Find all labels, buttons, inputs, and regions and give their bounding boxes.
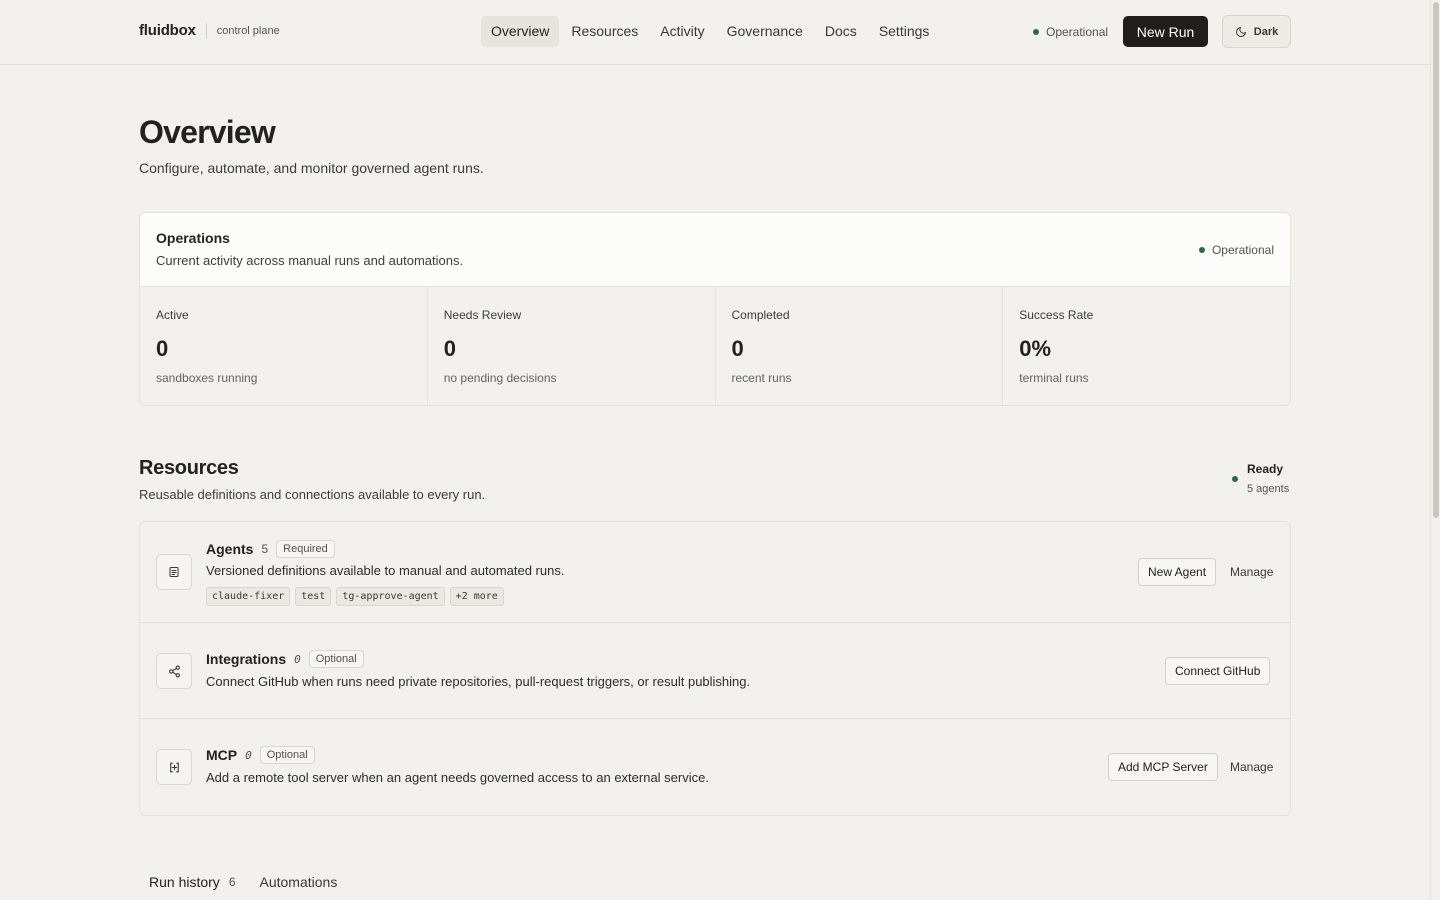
stat-caption: no pending decisions (443, 371, 557, 385)
tab-label: Run history (149, 874, 220, 890)
stat-label: Active (156, 308, 189, 322)
stat-caption: sandboxes running (156, 371, 258, 385)
top-bar: fluidbox control plane Overview Resource… (0, 0, 1430, 65)
brand-subtitle: control plane (216, 24, 280, 37)
resource-name: Integrations (206, 651, 287, 667)
moon-icon (1235, 26, 1246, 37)
tab-automations[interactable]: Automations (260, 874, 338, 890)
main-nav: Overview Resources Activity Governance D… (481, 16, 941, 47)
stat-value: 0 (156, 336, 169, 361)
stat-needs-review: Needs Review 0 no pending decisions (428, 287, 716, 405)
ready-count: 5 agents (1247, 483, 1290, 495)
resources-ready-status: Ready 5 agents (1232, 462, 1289, 495)
resource-count: 5 (261, 542, 269, 556)
stat-success-rate: Success Rate 0% terminal runs (1003, 287, 1290, 405)
required-badge: Required (276, 540, 335, 558)
stat-label: Completed (731, 308, 790, 322)
plug-icon (156, 749, 192, 785)
resource-description: Versioned definitions available to manua… (206, 563, 565, 578)
resource-row-integrations: Integrations 0 Optional Connect GitHub w… (140, 623, 1290, 719)
system-status: Operational (1033, 25, 1108, 39)
agent-chip[interactable]: test (295, 587, 332, 606)
connect-github-button[interactable]: Connect GitHub (1165, 657, 1271, 685)
nav-overview[interactable]: Overview (481, 16, 560, 47)
stat-caption: terminal runs (1019, 371, 1089, 385)
resource-count: 0 (245, 748, 252, 762)
agent-chip[interactable]: tg-approve-agent (336, 587, 445, 606)
history-tabs: Run history 6 Automations (149, 874, 337, 890)
agents-heading: Agents 5 Required (206, 540, 335, 558)
optional-badge: Optional (308, 650, 364, 668)
status-dot-icon (1033, 29, 1039, 35)
nav-docs[interactable]: Docs (815, 16, 867, 47)
brand-divider (205, 22, 207, 39)
resource-row-mcp: MCP 0 Optional Add a remote tool server … (140, 719, 1290, 815)
status-dot-icon (1232, 476, 1238, 482)
resources-card: Agents 5 Required Versioned definitions … (139, 521, 1291, 816)
resource-count: 0 (294, 652, 301, 666)
tab-count: 6 (228, 875, 236, 889)
mcp-heading: MCP 0 Optional (206, 746, 315, 764)
nav-activity[interactable]: Activity (650, 16, 714, 47)
operations-status-label: Operational (1211, 243, 1274, 257)
manage-mcp-link[interactable]: Manage (1230, 760, 1273, 774)
resource-name: Agents (206, 541, 254, 557)
theme-toggle-button[interactable]: Dark (1222, 15, 1291, 48)
agent-chips: claude-fixer test tg-approve-agent +2 mo… (206, 587, 504, 606)
stat-label: Needs Review (443, 308, 522, 322)
page-title: Overview (139, 114, 276, 150)
manage-agents-link[interactable]: Manage (1230, 565, 1273, 579)
operations-description: Current activity across manual runs and … (156, 253, 464, 268)
resource-description: Connect GitHub when runs need private re… (206, 674, 751, 689)
resource-description: Add a remote tool server when an agent n… (206, 770, 709, 785)
status-dot-icon (1198, 247, 1205, 253)
stat-completed: Completed 0 recent runs (716, 287, 1004, 405)
resource-row-agents: Agents 5 Required Versioned definitions … (140, 522, 1290, 623)
operations-card: Operations Current activity across manua… (139, 212, 1291, 406)
nav-settings[interactable]: Settings (869, 16, 940, 47)
stat-label: Success Rate (1019, 308, 1094, 322)
operations-title: Operations (156, 230, 230, 246)
share-icon (156, 653, 192, 689)
page-subtitle: Configure, automate, and monitor governe… (139, 160, 484, 176)
page-scrollbar[interactable] (1430, 0, 1440, 900)
document-icon (156, 554, 192, 590)
integrations-heading: Integrations 0 Optional (206, 650, 364, 668)
tab-label: Automations (259, 874, 338, 890)
stat-value: 0 (443, 336, 456, 361)
operations-stats: Active 0 sandboxes running Needs Review … (140, 287, 1290, 405)
nav-governance[interactable]: Governance (717, 16, 813, 47)
more-agents-chip[interactable]: +2 more (449, 587, 504, 606)
brand-name: fluidbox (139, 22, 196, 39)
operations-header: Operations Current activity across manua… (140, 213, 1290, 287)
add-mcp-server-button[interactable]: Add MCP Server (1108, 753, 1218, 781)
tab-run-history[interactable]: Run history 6 (149, 874, 236, 890)
scrollbar-thumb[interactable] (1433, 2, 1439, 518)
resource-name: MCP (206, 747, 238, 763)
stat-active: Active 0 sandboxes running (140, 287, 428, 405)
nav-resources[interactable]: Resources (561, 16, 648, 47)
resources-title: Resources (139, 457, 239, 479)
stat-value: 0% (1019, 336, 1052, 361)
theme-toggle-label: Dark (1253, 25, 1279, 38)
new-run-button[interactable]: New Run (1123, 16, 1208, 47)
stat-value: 0 (731, 336, 744, 361)
brand[interactable]: fluidbox control plane (139, 22, 280, 39)
resources-subtitle: Reusable definitions and connections ava… (139, 487, 486, 502)
optional-badge: Optional (259, 746, 315, 764)
operations-status: Operational (1198, 243, 1274, 257)
agent-chip[interactable]: claude-fixer (206, 587, 291, 606)
system-status-label: Operational (1046, 25, 1109, 39)
new-agent-button[interactable]: New Agent (1138, 558, 1217, 586)
ready-label: Ready (1247, 462, 1284, 476)
stat-caption: recent runs (731, 371, 792, 385)
